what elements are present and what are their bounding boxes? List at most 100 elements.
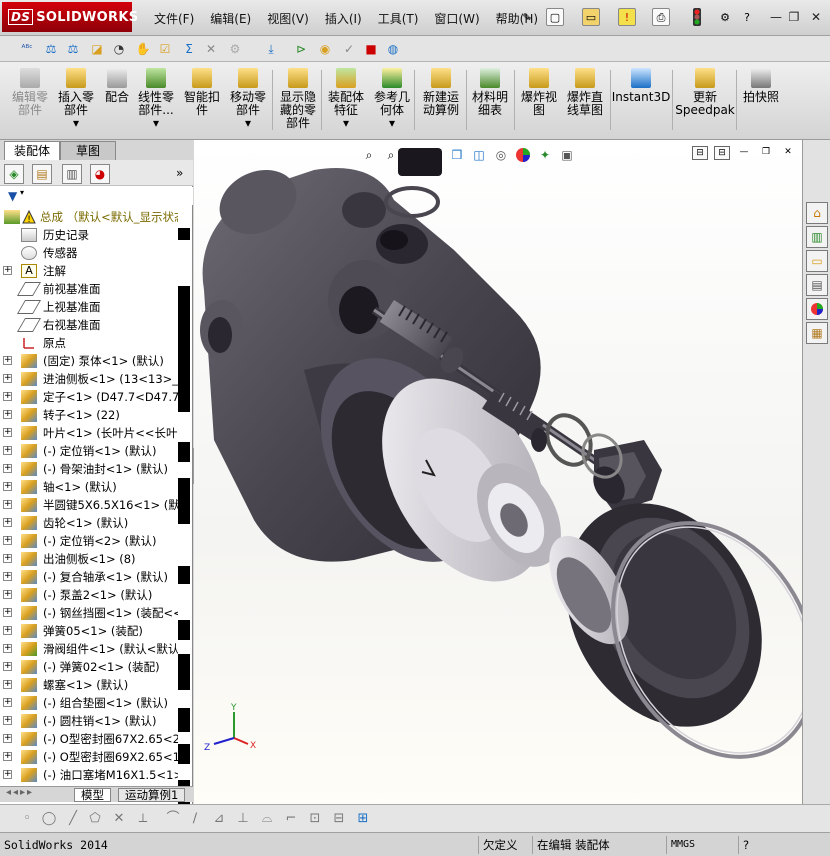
trim-icon[interactable]: ✕ xyxy=(110,810,128,828)
feature-works-icon[interactable]: ⊳ xyxy=(292,40,310,58)
new-document-icon[interactable]: ▢ xyxy=(546,8,564,26)
fillet-icon[interactable]: ⌒ xyxy=(164,810,182,828)
import-diagnostics-icon[interactable]: ⤓ xyxy=(262,40,280,58)
circle-icon[interactable]: ◯ xyxy=(40,810,58,828)
expand-toggle-icon[interactable]: + xyxy=(3,356,12,365)
expand-toggle-icon[interactable]: + xyxy=(3,482,12,491)
expand-toggle-icon[interactable]: + xyxy=(3,734,12,743)
measure-icon[interactable]: ⚖ xyxy=(42,40,60,58)
minimize-button[interactable]: — xyxy=(768,9,784,25)
tree-item[interactable]: 右视基准面 xyxy=(0,316,178,334)
tree-item[interactable]: + 弹簧05<1> (装配) xyxy=(0,622,178,640)
tree-item[interactable]: + 滑阀组件<1> (默认<默认_显 xyxy=(0,640,178,658)
tab-motion-study[interactable]: 运动算例1 xyxy=(118,788,186,802)
cmd-reference-geometry[interactable]: 参考几 何体 ▾ xyxy=(370,68,414,134)
menu-window[interactable]: 窗口(W) xyxy=(426,8,487,28)
open-folder-icon[interactable]: ▭ xyxy=(582,8,600,26)
menu-help[interactable]: 帮助(H) xyxy=(488,8,546,28)
menu-insert[interactable]: 插入(I) xyxy=(317,8,370,28)
menu-view[interactable]: 视图(V) xyxy=(259,8,317,28)
solidworks-logo[interactable]: DS SOLIDWORKS xyxy=(2,2,138,32)
tree-item[interactable]: + (-) 油口塞堵M16X1.5<1> xyxy=(0,766,178,784)
quick-snaps-icon[interactable]: ⊞ xyxy=(354,810,372,828)
tree-item[interactable]: + (-) 泵盖2<1> (默认) xyxy=(0,586,178,604)
tree-item[interactable]: + 进油侧板<1> (13<13>_外观 xyxy=(0,370,178,388)
expand-toggle-icon[interactable]: + xyxy=(3,680,12,689)
menu-edit[interactable]: 编辑(E) xyxy=(202,8,259,28)
cmd-linear-pattern[interactable]: 线性零 部件... ▾ xyxy=(134,68,178,134)
clearance-icon[interactable]: ⚙ xyxy=(226,40,244,58)
tab-model[interactable]: 模型 xyxy=(74,788,111,802)
expand-toggle-icon[interactable]: + xyxy=(3,536,12,545)
tree-item[interactable]: + (-) 复合轴承<1> (默认) xyxy=(0,568,178,586)
spell-check-icon[interactable]: ᴬᴮᶜ xyxy=(18,40,36,58)
print-icon[interactable]: ⎙ xyxy=(652,8,670,26)
cmd-edit-component[interactable]: 编辑零 部件 xyxy=(6,68,54,134)
tree-item[interactable]: + (-) 骨架油封<1> (默认) xyxy=(0,460,178,478)
tree-item[interactable]: + (-) 定位销<1> (默认) xyxy=(0,442,178,460)
cmd-insert-components[interactable]: 插入零 部件 ▾ xyxy=(52,68,100,134)
point-icon[interactable]: ⊡ xyxy=(306,810,324,828)
property-manager-icon[interactable]: ▤ xyxy=(32,164,52,184)
tree-item[interactable]: 上视基准面 xyxy=(0,298,178,316)
cmd-show-hidden-components[interactable]: 显示隐 藏的零 部件 xyxy=(276,68,320,134)
cmd-smart-fasteners[interactable]: 智能扣 件 xyxy=(180,68,224,134)
configuration-manager-icon[interactable]: ▥ xyxy=(62,164,82,184)
interference-icon[interactable]: ✕ xyxy=(202,40,220,58)
expand-toggle-icon[interactable]: + xyxy=(3,644,12,653)
cmd-bill-of-materials[interactable]: 材料明 细表 xyxy=(468,68,512,134)
expand-toggle-icon[interactable]: + xyxy=(3,266,12,275)
stop-icon[interactable]: ■ xyxy=(362,40,380,58)
construction-icon[interactable]: ⌐ xyxy=(282,810,300,828)
appearances-icon[interactable] xyxy=(806,298,828,320)
tree-item[interactable]: + (-) 定位销<2> (默认) xyxy=(0,532,178,550)
tree-item[interactable]: + (-) O型密封圈67X2.65<2> xyxy=(0,730,178,748)
tree-item[interactable]: + 轴<1> (默认) xyxy=(0,478,178,496)
tree-item[interactable]: + 出油侧板<1> (8) xyxy=(0,550,178,568)
tree-item[interactable]: + (-) O型密封圈69X2.65<1> xyxy=(0,748,178,766)
expand-toggle-icon[interactable]: + xyxy=(3,374,12,383)
appearance-icon[interactable]: ◍ xyxy=(384,40,402,58)
status-units[interactable]: MMGS xyxy=(666,836,699,854)
tab-scroll-arrows-icon[interactable]: ◂◂▸▸ xyxy=(6,787,34,798)
options-gear-icon[interactable]: ⚙ xyxy=(716,8,734,26)
expand-toggle-icon[interactable]: + xyxy=(3,464,12,473)
cmd-explode-line-sketch[interactable]: 爆炸直 线草图 xyxy=(562,68,608,134)
design-library-icon[interactable]: ▥ xyxy=(806,226,828,248)
expand-toggle-icon[interactable]: + xyxy=(3,698,12,707)
tree-item[interactable]: + (固定) 泵体<1> (默认) xyxy=(0,352,178,370)
tree-item[interactable]: + 叶片<1> (长叶片<<长叶片> xyxy=(0,424,178,442)
section-properties-icon[interactable]: ◪ xyxy=(88,40,106,58)
tree-item[interactable]: + 齿轮<1> (默认) xyxy=(0,514,178,532)
expand-toggle-icon[interactable]: + xyxy=(3,446,12,455)
menu-tools[interactable]: 工具(T) xyxy=(370,8,427,28)
tree-item[interactable]: 历史记录 xyxy=(0,226,178,244)
check-entity-icon[interactable]: ✓ xyxy=(340,40,358,58)
file-explorer-icon[interactable]: ▭ xyxy=(806,250,828,272)
close-button[interactable]: ✕ xyxy=(808,9,824,25)
tree-item[interactable]: + (-) 弹簧02<1> (装配) xyxy=(0,658,178,676)
arc-icon[interactable]: ⌓ xyxy=(258,810,276,828)
tree-item[interactable]: + (-) 圆柱销<1> (默认) xyxy=(0,712,178,730)
expand-toggle-icon[interactable]: + xyxy=(3,554,12,563)
chamfer-icon[interactable]: ∕ xyxy=(186,810,204,828)
offset-icon[interactable]: ⊿ xyxy=(210,810,228,828)
expand-toggle-icon[interactable]: + xyxy=(3,392,12,401)
line-icon[interactable]: ╱ xyxy=(64,810,82,828)
tree-item[interactable]: + 半圆键5X6.5X16<1> (默认) xyxy=(0,496,178,514)
expand-toggle-icon[interactable]: + xyxy=(3,518,12,527)
tree-item[interactable]: + (-) 钢丝挡圈<1> (装配<<装 xyxy=(0,604,178,622)
expand-toggle-icon[interactable]: + xyxy=(3,590,12,599)
expand-toggle-icon[interactable]: + xyxy=(3,428,12,437)
tree-root-assembly[interactable]: ! 总成 （默认<默认_显示状态 xyxy=(0,208,178,226)
expand-toggle-icon[interactable]: + xyxy=(3,500,12,509)
relations-icon[interactable]: ⊟ xyxy=(330,810,348,828)
expand-toggle-icon[interactable]: + xyxy=(3,608,12,617)
cmd-assembly-features[interactable]: 装配体 特征 ▾ xyxy=(324,68,368,134)
feature-manager-icon[interactable]: ◈ xyxy=(4,164,24,184)
tree-item[interactable]: + A 注解 xyxy=(0,262,178,280)
tree-item[interactable]: 原点 xyxy=(0,334,178,352)
convert-icon[interactable]: ⊥ xyxy=(234,810,252,828)
warning-icon[interactable]: ! xyxy=(618,8,636,26)
cmd-mate[interactable]: 配合 xyxy=(100,68,134,134)
